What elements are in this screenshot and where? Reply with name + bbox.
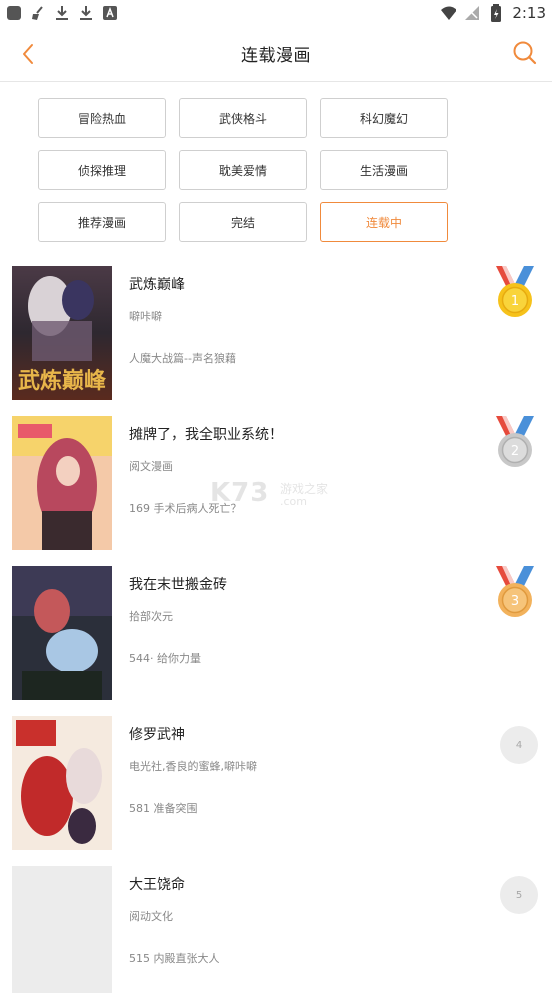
filter-chip-adventure[interactable]: 冒险热血: [38, 98, 166, 138]
broom-icon: [30, 5, 46, 21]
comic-cover: [12, 566, 112, 700]
download-icon: [54, 5, 70, 21]
search-button[interactable]: [510, 38, 540, 68]
no-signal-icon: [464, 5, 480, 21]
comic-title: 修罗武神: [129, 727, 185, 743]
category-filter-grid: 冒险热血 武侠格斗 科幻魔幻 侦探推理 耽美爱情 生活漫画 推荐漫画 完结 连载…: [38, 98, 448, 242]
filter-chip-completed[interactable]: 完结: [179, 202, 307, 242]
comic-title: 武炼巅峰: [129, 277, 185, 293]
comic-ranking-list: 武炼巅峰 武炼巅峰 噼咔噼 人魔大战篇--声名狼藉 1 摊牌了，我全职业系统！ …: [0, 266, 552, 993]
back-button[interactable]: [14, 40, 42, 68]
top-app-bar: 连载漫画: [0, 26, 552, 82]
watermark: K73 游戏之家 .com: [210, 478, 360, 518]
text-app-icon: [102, 5, 118, 21]
page-title: 连载漫画: [241, 46, 311, 66]
comic-cover-placeholder: [12, 866, 112, 993]
filter-chip-romance[interactable]: 耽美爱情: [179, 150, 307, 190]
svg-text:武炼巅峰: 武炼巅峰: [18, 368, 107, 394]
filter-chip-ongoing[interactable]: 连载中: [320, 202, 448, 242]
comic-title: 摊牌了，我全职业系统！: [129, 427, 283, 443]
comic-cover: 武炼巅峰: [12, 266, 112, 400]
comic-cover: [12, 716, 112, 850]
filter-chip-scifi-fantasy[interactable]: 科幻魔幻: [320, 98, 448, 138]
comic-list-item[interactable]: 大王饶命 阅动文化 515 内殿直张大人 5: [0, 866, 552, 993]
silver-medal-icon: 2: [492, 416, 538, 470]
comic-latest-chapter: 581 准备突围: [129, 802, 198, 815]
filter-chip-detective[interactable]: 侦探推理: [38, 150, 166, 190]
rank-number: 3: [511, 594, 519, 609]
app-notification-icon: [6, 5, 22, 21]
comic-title: 我在末世搬金砖: [129, 577, 227, 593]
comic-latest-chapter: 515 内殿直张大人: [129, 952, 220, 965]
chevron-left-icon: [23, 44, 33, 64]
rank-number: 2: [511, 444, 519, 459]
comic-latest-chapter: 人魔大战篇--声名狼藉: [129, 352, 236, 365]
comic-list-item[interactable]: 武炼巅峰 武炼巅峰 噼咔噼 人魔大战篇--声名狼藉 1: [0, 266, 552, 416]
comic-cover: [12, 416, 112, 550]
clock: 2:13: [512, 4, 546, 22]
filter-chip-recommended[interactable]: 推荐漫画: [38, 202, 166, 242]
comic-author: 拾部次元: [129, 610, 173, 623]
comic-author: 阅动文化: [129, 910, 173, 923]
comic-list-item[interactable]: 我在末世搬金砖 拾部次元 544· 给你力量 3: [0, 566, 552, 716]
filter-chip-martial-arts[interactable]: 武侠格斗: [179, 98, 307, 138]
comic-list-item[interactable]: 修罗武神 电光社,香良的蜜蜂,噼咔噼 581 准备突围 4: [0, 716, 552, 866]
comic-latest-chapter: 544· 给你力量: [129, 652, 201, 665]
filter-chip-slice-of-life[interactable]: 生活漫画: [320, 150, 448, 190]
gold-medal-icon: 1: [492, 266, 538, 320]
watermark-domain: .com: [280, 495, 307, 508]
watermark-brand: K73: [210, 478, 270, 508]
rank-badge: 4: [500, 726, 538, 764]
search-icon: [513, 41, 537, 65]
comic-author: 噼咔噼: [129, 310, 162, 323]
download-icon-2: [78, 5, 94, 21]
rank-badge: 5: [500, 876, 538, 914]
bronze-medal-icon: 3: [492, 566, 538, 620]
status-bar: 2:13: [0, 0, 552, 26]
battery-icon: [488, 4, 504, 22]
comic-author: 阅文漫画: [129, 460, 173, 473]
comic-author: 电光社,香良的蜜蜂,噼咔噼: [129, 760, 257, 773]
wifi-icon: [440, 5, 457, 21]
rank-number: 1: [511, 294, 519, 309]
comic-title: 大王饶命: [129, 877, 185, 893]
